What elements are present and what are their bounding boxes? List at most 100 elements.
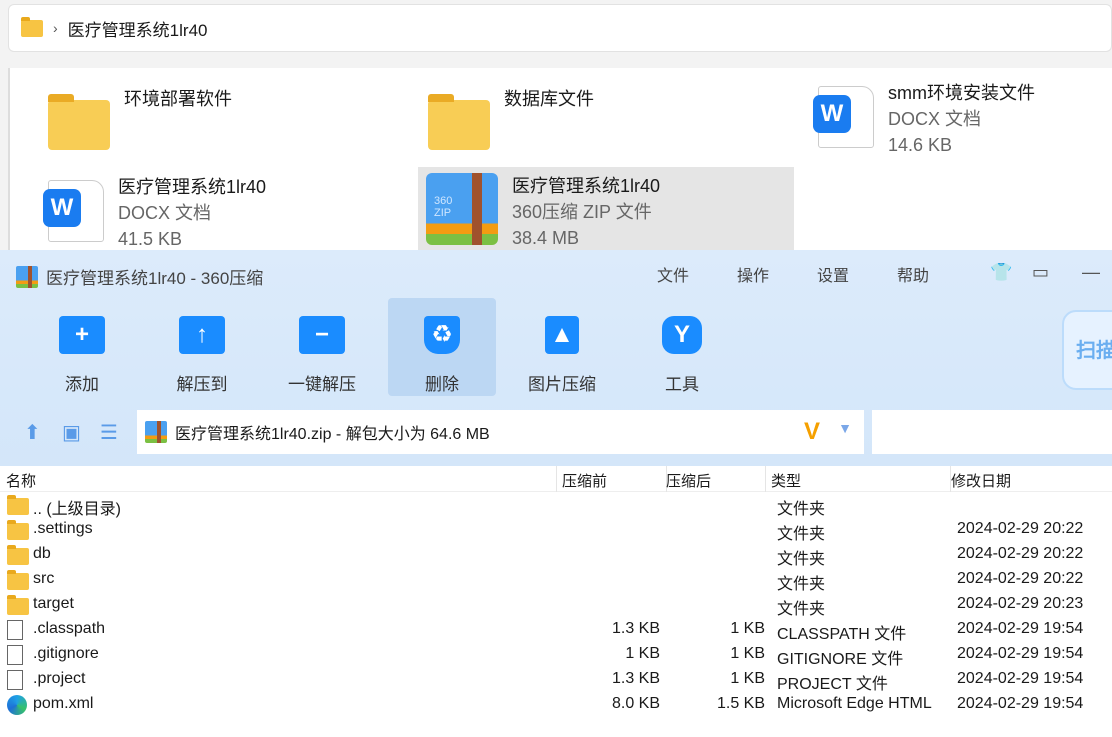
file-tile-selected[interactable]: 360 ZIP 医疗管理系统1lr40 360压缩 ZIP 文件 38.4 MB (418, 167, 794, 251)
cell-type: Microsoft Edge HTML (777, 695, 932, 712)
skin-icon[interactable]: 👕 (990, 262, 1012, 283)
table-row[interactable]: .classpath 1.3 KB 1 KB CLASSPATH 文件 2024-02-… (0, 617, 1112, 643)
cell-after: 1.5 KB (716, 695, 765, 712)
file-list: 名称 压缩前 压缩后 类型 修改日期 .. (上级目录) 文件夹 .settings… (0, 466, 1112, 737)
docx-icon: W (43, 180, 104, 242)
cell-name: target (33, 595, 74, 612)
title-text: 医疗管理系统1lr40 - 360压缩 (46, 269, 264, 288)
file-type: 360压缩 ZIP 文件 (512, 202, 652, 222)
cell-type: PROJECT 文件 (777, 676, 888, 693)
table-row[interactable]: src 文件夹 2024-02-29 20:22 (0, 567, 1112, 593)
image-icon: ▲ (545, 316, 579, 354)
cell-after: 1 KB (730, 645, 765, 662)
path-field[interactable]: 医疗管理系统1lr40.zip - 解包大小为 64.6 MB V ▼ (137, 410, 864, 454)
address-bar[interactable]: › 医疗管理系统1lr40 (8, 4, 1112, 52)
breadcrumb[interactable]: 医疗管理系统1lr40 (68, 16, 208, 41)
nav-bar: ⬆ ▣ ☰ 医疗管理系统1lr40.zip - 解包大小为 64.6 MB V ▼ (0, 410, 1112, 456)
trash-icon: ♻ (424, 316, 460, 354)
tools-icon: Y (662, 316, 702, 354)
file-icon (7, 670, 23, 690)
cell-type: 文件夹 (777, 501, 826, 518)
one-click-extract-button[interactable]: − 一键解压 (268, 298, 376, 396)
col-before[interactable]: 压缩前 (562, 470, 607, 491)
cell-name: pom.xml (33, 695, 94, 712)
image-compress-button[interactable]: ▲ 图片压缩 (508, 298, 616, 396)
menu-help[interactable]: 帮助 (897, 262, 929, 286)
cell-date: 2024-02-29 20:23 (957, 595, 1084, 612)
table-row[interactable]: .project 1.3 KB 1 KB PROJECT 文件 2024-02-29 1… (0, 667, 1112, 693)
zip-icon: 360 ZIP (426, 173, 498, 245)
file-type: DOCX 文档 (118, 203, 212, 223)
folder-icon (7, 520, 29, 540)
file-name: 数据库文件 (504, 89, 594, 109)
file-icon (7, 620, 23, 640)
list-view-icon[interactable]: ☰ (100, 420, 118, 445)
file-size: 38.4 MB (512, 228, 580, 248)
label: 解压到 (176, 375, 228, 394)
file-name: 医疗管理系统1lr40 (512, 176, 661, 196)
menu-file[interactable]: 文件 (657, 262, 689, 286)
cell-before: 1 KB (625, 645, 660, 662)
cell-name: .project (33, 670, 86, 687)
up-icon[interactable]: ⬆ (24, 420, 41, 445)
delete-button[interactable]: ♻ 删除 (388, 298, 496, 396)
file-grid: 环境部署软件 数据库文件 Wsmm环境安装文件 DOCX 文档 14.6 KB W医… (8, 68, 1112, 251)
menu-settings[interactable]: 设置 (817, 262, 849, 286)
extract-all-icon: − (299, 316, 345, 354)
label: 一键解压 (288, 375, 356, 394)
cell-name: src (33, 570, 55, 587)
path-text: 医疗管理系统1lr40.zip - 解包大小为 64.6 MB (175, 426, 490, 443)
app-icon (16, 265, 38, 288)
window-title: 医疗管理系统1lr40 - 360压缩 (16, 264, 263, 289)
scan-button[interactable]: 扫描 (1062, 310, 1112, 390)
thumbnail-view-icon[interactable]: ▣ (62, 420, 81, 445)
cell-before: 1.3 KB (611, 670, 660, 687)
table-row[interactable]: .settings 文件夹 2024-02-29 20:22 (0, 517, 1112, 543)
tools-button[interactable]: Y 工具 (628, 298, 736, 396)
add-icon: + (59, 316, 105, 354)
label: 图片压缩 (528, 375, 596, 394)
cell-type: 文件夹 (777, 526, 826, 543)
docx-icon: W (813, 86, 874, 148)
zip-window: 医疗管理系统1lr40 - 360压缩 文件 操作 设置 帮助 👕 ▭ — + 添… (0, 250, 1112, 737)
cell-after: 1 KB (730, 670, 765, 687)
cell-name: .settings (33, 520, 93, 537)
file-tile[interactable]: 数据库文件 (420, 80, 602, 160)
label: 添加 (65, 375, 99, 394)
cell-name: .classpath (33, 620, 106, 637)
list-header: 名称 压缩前 压缩后 类型 修改日期 (0, 466, 1112, 492)
table-row[interactable]: pom.xml 8.0 KB 1.5 KB Microsoft Edge HTML 20… (0, 692, 1112, 717)
feedback-icon[interactable]: ▭ (1032, 262, 1049, 283)
dropdown-icon[interactable]: ▼ (838, 420, 852, 436)
cell-name: .gitignore (33, 645, 99, 662)
extract-icon: ↑ (179, 316, 225, 354)
file-icon (7, 645, 23, 665)
file-tile[interactable]: Wsmm环境安装文件 DOCX 文档 14.6 KB (810, 74, 1043, 155)
table-row[interactable]: target 文件夹 2024-02-29 20:23 (0, 592, 1112, 618)
col-after[interactable]: 压缩后 (666, 470, 711, 491)
add-button[interactable]: + 添加 (28, 298, 136, 396)
cell-date: 2024-02-29 19:54 (957, 645, 1084, 662)
v-icon[interactable]: V (804, 418, 820, 446)
search-input[interactable] (872, 410, 1112, 454)
col-date[interactable]: 修改日期 (951, 470, 1011, 491)
col-name[interactable]: 名称 (6, 470, 36, 491)
cell-type: 文件夹 (777, 601, 826, 618)
table-row[interactable]: db 文件夹 2024-02-29 20:22 (0, 542, 1112, 568)
edge-icon (7, 695, 27, 715)
table-row[interactable]: .gitignore 1 KB 1 KB GITIGNORE 文件 2024-02-29… (0, 642, 1112, 668)
file-tile[interactable]: W 医疗管理系统1lr40 DOCX 文档 41.5 KB (40, 168, 274, 249)
folder-icon (7, 545, 29, 565)
folder-icon (48, 94, 110, 150)
extract-to-button[interactable]: ↑ 解压到 (148, 298, 256, 396)
menu-operate[interactable]: 操作 (737, 262, 769, 286)
label: 工具 (665, 375, 699, 394)
folder-icon (7, 595, 29, 615)
file-tile[interactable]: 环境部署软件 (40, 80, 240, 160)
cell-type: 文件夹 (777, 576, 826, 593)
cell-before: 1.3 KB (611, 620, 660, 637)
cell-name: .. (上级目录) (33, 501, 121, 518)
col-type[interactable]: 类型 (771, 470, 801, 491)
table-row[interactable]: .. (上级目录) 文件夹 (0, 492, 1112, 518)
minimize-button[interactable]: — (1082, 262, 1100, 283)
